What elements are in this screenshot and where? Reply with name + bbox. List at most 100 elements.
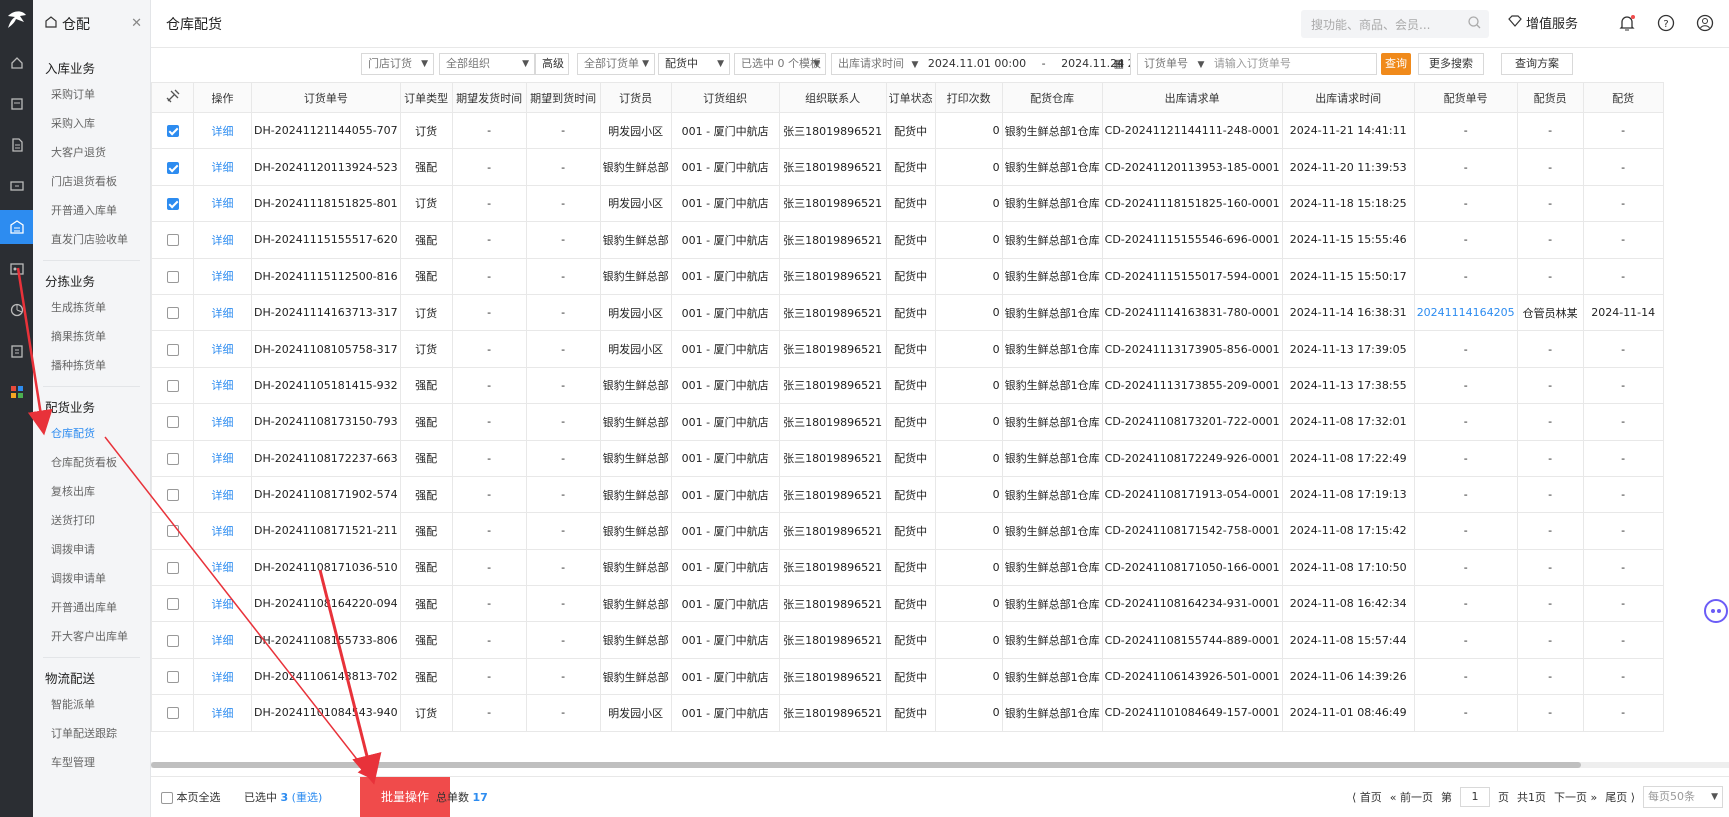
subnav-item[interactable]: 开大客户出库单	[33, 622, 150, 651]
cell-op[interactable]: 详细	[193, 548, 252, 587]
row-checkbox-cell[interactable]	[151, 439, 194, 477]
warehouse-icon[interactable]	[0, 210, 33, 244]
row-checkbox-cell[interactable]	[151, 257, 194, 295]
cell-op[interactable]: 详细	[193, 585, 252, 623]
row-checkbox[interactable]	[166, 125, 179, 138]
subnav-item[interactable]: 开普通出库单	[33, 593, 150, 622]
query-button[interactable]: 查询	[1381, 53, 1411, 75]
row-checkbox[interactable]	[166, 379, 179, 392]
member-icon[interactable]	[0, 255, 33, 283]
apps-icon[interactable]	[0, 378, 33, 406]
table-row[interactable]: 详细 DH-20241101084543-940 订货 - - 明发园小区 001 - 厦门…	[151, 694, 1664, 732]
row-checkbox-cell[interactable]	[151, 585, 194, 623]
cell-op[interactable]: 详细	[193, 293, 252, 332]
subnav-item[interactable]: 送货打印	[33, 506, 150, 535]
page-input[interactable]: 1	[1459, 787, 1490, 807]
prev-page-button[interactable]: « 前一页	[1390, 789, 1433, 805]
cell-dno[interactable]: 20241114164205	[1413, 293, 1518, 332]
row-checkbox-cell[interactable]	[151, 366, 194, 405]
advanced-button[interactable]: 高级	[535, 53, 569, 75]
table-row[interactable]: 详细 DH-20241114163713-317 订货 - - 明发园小区 001 - 厦门…	[151, 293, 1664, 332]
vip-service-button[interactable]: 增值服务	[1508, 13, 1578, 32]
row-checkbox-cell[interactable]	[151, 221, 194, 259]
logo-icon[interactable]	[0, 6, 33, 34]
cell-op[interactable]: 详细	[193, 657, 252, 696]
row-checkbox-cell[interactable]	[151, 657, 194, 696]
goods-icon[interactable]	[0, 90, 33, 118]
cell-op[interactable]: 详细	[193, 111, 252, 150]
template-select[interactable]: 已选中 0 个模板 ▼	[734, 53, 826, 75]
table-row[interactable]: 详细 DH-20241121144055-707 订货 - - 明发园小区 001 - 厦门…	[151, 111, 1664, 150]
row-checkbox-cell[interactable]	[151, 111, 194, 150]
row-checkbox[interactable]	[166, 343, 179, 356]
cell-op[interactable]: 详细	[193, 184, 252, 223]
row-checkbox-cell[interactable]	[151, 548, 194, 587]
pos-icon[interactable]	[0, 172, 33, 200]
subnav-item[interactable]: 采购入库	[33, 109, 150, 138]
table-row[interactable]: 详细 DH-20241105181415-932 强配 - - 银豹生鲜总部 001 - 厦…	[151, 366, 1664, 405]
row-checkbox[interactable]	[166, 416, 179, 429]
cell-op[interactable]: 详细	[193, 221, 252, 259]
row-checkbox[interactable]	[166, 452, 179, 465]
table-row[interactable]: 详细 DH-20241115112500-816 强配 - - 银豹生鲜总部 001 - 厦…	[151, 257, 1664, 295]
order-type-select[interactable]: 全部订货单 ▼	[577, 53, 655, 75]
subnav-item[interactable]: 智能派单	[33, 690, 150, 719]
row-checkbox[interactable]	[166, 307, 179, 320]
row-checkbox-cell[interactable]	[151, 184, 194, 223]
table-row[interactable]: 详细 DH-20241108155733-806 强配 - - 银豹生鲜总部 001 - 厦…	[151, 621, 1664, 659]
column-settings-icon[interactable]	[151, 82, 194, 113]
home-icon[interactable]	[0, 49, 33, 77]
row-checkbox[interactable]	[166, 634, 179, 647]
row-checkbox[interactable]	[166, 598, 179, 611]
subnav-item[interactable]: 仓库配货看板	[33, 448, 150, 477]
table-row[interactable]: 详细 DH-20241108173150-793 强配 - - 银豹生鲜总部 001 - 厦…	[151, 403, 1664, 441]
subnav-item[interactable]: 复核出库	[33, 477, 150, 506]
help-icon[interactable]: ?	[1657, 14, 1675, 35]
scrollbar-thumb[interactable]	[151, 762, 1581, 768]
subnav-item[interactable]: 大客户退货	[33, 138, 150, 167]
subnav-item[interactable]: 调拨申请	[33, 535, 150, 564]
cell-op[interactable]: 详细	[193, 475, 252, 514]
subnav-item[interactable]: 生成拣货单	[33, 293, 150, 322]
cell-op[interactable]: 详细	[193, 403, 252, 441]
cell-op[interactable]: 详细	[193, 257, 252, 295]
row-checkbox-cell[interactable]	[151, 330, 194, 368]
assistant-bot-icon[interactable]	[1704, 599, 1728, 623]
subnav-item[interactable]: 仓库配货	[33, 419, 150, 448]
subnav-item[interactable]: 车型管理	[33, 748, 150, 777]
close-icon[interactable]: ✕	[131, 16, 142, 31]
page-size-select[interactable]: 每页50条 ▼	[1643, 786, 1723, 808]
subnav-item[interactable]: 直发门店验收单	[33, 225, 150, 254]
horizontal-scrollbar[interactable]	[151, 762, 1729, 768]
cell-op[interactable]: 详细	[193, 512, 252, 550]
row-checkbox[interactable]	[166, 161, 179, 174]
cell-op[interactable]: 详细	[193, 148, 252, 186]
document-icon[interactable]	[0, 131, 33, 159]
more-search-button[interactable]: 更多搜索	[1418, 53, 1484, 75]
table-row[interactable]: 详细 DH-20241108171521-211 强配 - - 银豹生鲜总部 001 - 厦…	[151, 512, 1664, 550]
row-checkbox[interactable]	[166, 270, 179, 283]
table-row[interactable]: 详细 DH-20241108105758-317 订货 - - 明发园小区 001 - 厦门…	[151, 330, 1664, 368]
row-checkbox[interactable]	[166, 671, 179, 684]
subnav-item[interactable]: 调拨申请单	[33, 564, 150, 593]
row-checkbox[interactable]	[166, 707, 179, 720]
table-row[interactable]: 详细 DH-20241106143813-702 强配 - - 银豹生鲜总部 001 - 厦…	[151, 657, 1664, 696]
status-select[interactable]: 配货中 ▼	[658, 53, 730, 75]
row-checkbox-cell[interactable]	[151, 694, 194, 732]
row-checkbox-cell[interactable]	[151, 621, 194, 659]
cell-op[interactable]: 详细	[193, 439, 252, 477]
cell-op[interactable]: 详细	[193, 330, 252, 368]
table-row[interactable]: 详细 DH-20241118151825-801 订货 - - 明发园小区 001 - 厦门…	[151, 184, 1664, 223]
clipboard-icon[interactable]	[0, 337, 33, 365]
row-checkbox-cell[interactable]	[151, 293, 194, 332]
row-checkbox[interactable]	[166, 561, 179, 574]
table-row[interactable]: 详细 DH-20241120113924-523 强配 - - 银豹生鲜总部 001 - 厦…	[151, 148, 1664, 186]
row-checkbox-cell[interactable]	[151, 403, 194, 441]
store-order-select[interactable]: 门店订货 ▼	[361, 53, 434, 75]
table-row[interactable]: 详细 DH-20241108164220-094 强配 - - 银豹生鲜总部 001 - 厦…	[151, 585, 1664, 623]
row-checkbox[interactable]	[166, 197, 179, 210]
subnav-item[interactable]: 播种拣货单	[33, 351, 150, 380]
cell-op[interactable]: 详细	[193, 621, 252, 659]
report-icon[interactable]	[0, 296, 33, 324]
reselect-link[interactable]: (重选)	[292, 791, 323, 804]
